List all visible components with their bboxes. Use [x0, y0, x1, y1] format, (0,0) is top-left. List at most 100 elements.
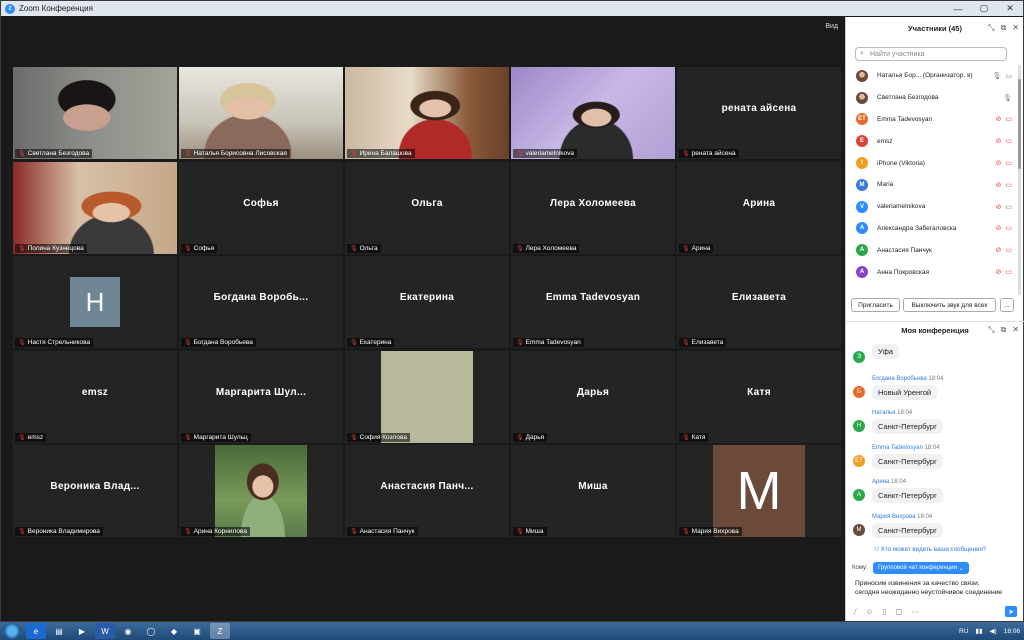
- participant-row[interactable]: IiPhone (Viktoria) ⊘ ▭: [846, 152, 1016, 174]
- muted-mic-icon[interactable]: ⊘: [996, 159, 1002, 167]
- participant-row[interactable]: Vvaleriamelnikova ⊘ ▭: [846, 196, 1016, 218]
- collapse-icon[interactable]: ⤡: [988, 23, 994, 33]
- video-tile[interactable]: 🎙 Арина Корнилова: [179, 445, 343, 537]
- media-icon[interactable]: ▶: [72, 623, 92, 639]
- video-tile[interactable]: Анастасия Панч... 🎙 Анастасия Панчук: [345, 445, 509, 537]
- more-button[interactable]: ...: [1000, 298, 1014, 312]
- file-icon[interactable]: ▯: [882, 607, 886, 617]
- participant-avatar: V: [856, 200, 868, 213]
- more-options-icon[interactable]: ⋯: [911, 607, 919, 617]
- video-tile[interactable]: Катя 🎙 Катя: [677, 350, 841, 443]
- format-icon[interactable]: ⧸: [854, 607, 857, 617]
- participant-search-input[interactable]: ⌕ Найти участника: [855, 47, 1007, 61]
- video-tile[interactable]: 🎙 valeriamelnikova: [511, 67, 675, 159]
- camera-off-icon[interactable]: ▭: [1005, 268, 1012, 276]
- clock[interactable]: 18:06: [1004, 628, 1020, 635]
- video-tile[interactable]: 🎙 Ирина Балашова: [345, 67, 509, 159]
- video-tile[interactable]: рената айсена 🎙 рената айсена: [677, 67, 841, 159]
- camera-off-icon[interactable]: ▭: [1005, 137, 1012, 145]
- tile-name: Богдана Воробьева: [193, 339, 253, 346]
- video-tile[interactable]: Вероника Влад... 🎙 Вероника Владимирова: [13, 445, 177, 537]
- video-tile[interactable]: Екатерина 🎙 Екатерина: [345, 256, 509, 348]
- app-icon[interactable]: ◆: [164, 623, 184, 639]
- photo-icon[interactable]: ▣: [187, 623, 207, 639]
- close-button[interactable]: ✕: [997, 1, 1023, 16]
- close-panel-icon[interactable]: ✕: [1012, 325, 1019, 335]
- chat-message-input[interactable]: Приносим извинения за качество связи, се…: [855, 579, 1015, 597]
- mute-all-button[interactable]: Выключить звук для всех: [903, 298, 996, 312]
- video-tile[interactable]: M 🎙 Мария Вихрова: [677, 445, 841, 537]
- tile-name: Маргарита Шульц: [193, 433, 248, 441]
- camera-off-icon[interactable]: ▭: [1005, 246, 1012, 254]
- muted-mic-icon[interactable]: ⊘: [996, 181, 1002, 189]
- send-button[interactable]: ➤: [1005, 606, 1017, 617]
- start-button[interactable]: [4, 623, 20, 639]
- muted-mic-icon[interactable]: ⊘: [996, 268, 1002, 276]
- participant-row[interactable]: A Александра Забегаловска ⊘ ▭: [846, 218, 1016, 240]
- camera-icon[interactable]: ▭: [1005, 72, 1012, 80]
- muted-mic-icon[interactable]: ⊘: [996, 137, 1002, 145]
- video-tile[interactable]: 🎙 София Козлова: [345, 350, 509, 443]
- video-tile[interactable]: Арина 🎙 Арина: [677, 161, 841, 254]
- video-tile[interactable]: Ольга 🎙 Ольга: [345, 161, 509, 254]
- opera-icon[interactable]: ◯: [141, 623, 161, 639]
- minimize-button[interactable]: —: [945, 1, 971, 16]
- video-tile[interactable]: 🎙 Полина Кузнецова: [13, 161, 177, 254]
- video-tile[interactable]: Богдана Воробь... 🎙 Богдана Воробьева: [179, 256, 343, 348]
- participant-row[interactable]: A Анастасия Панчук ⊘ ▭: [846, 239, 1016, 261]
- video-tile[interactable]: Софья 🎙 Софья: [179, 161, 343, 254]
- video-tile[interactable]: Emma Tadevosyan 🎙 Emma Tadevosyan: [511, 256, 675, 348]
- video-tile[interactable]: 🎙 Светлана Безгодова: [13, 67, 177, 159]
- who-can-see-link[interactable]: ⚇ Кто может видеть ваши сообщения?: [874, 546, 986, 553]
- participant-row[interactable]: M Maria ⊘ ▭: [846, 174, 1016, 196]
- view-button[interactable]: Вид: [825, 23, 838, 30]
- word-icon[interactable]: W: [95, 623, 115, 639]
- popout-icon[interactable]: ⧉: [1001, 23, 1007, 33]
- tile-display-name: Анастасия Панч...: [380, 481, 474, 492]
- camera-off-icon[interactable]: ▭: [1005, 159, 1012, 167]
- zoom-taskbar-icon[interactable]: Z: [210, 623, 230, 639]
- video-tile[interactable]: Маргарита Шул... 🎙 Маргарита Шульц: [179, 350, 343, 443]
- folder-icon[interactable]: ▤: [49, 623, 69, 639]
- network-icon[interactable]: ▮▮: [975, 627, 982, 635]
- screenshot-icon[interactable]: ▢: [895, 607, 902, 617]
- video-tile[interactable]: 🎙 Наталья Борисовна Лисовская: [179, 67, 343, 159]
- maximize-button[interactable]: ▢: [971, 1, 997, 16]
- muted-mic-icon[interactable]: ⊘: [996, 224, 1002, 232]
- participant-row[interactable]: A Анна Покровская ⊘ ▭: [846, 261, 1016, 283]
- collapse-icon[interactable]: ⤡: [988, 325, 994, 335]
- recipient-select[interactable]: Групповой чат конференции ⌄: [873, 562, 969, 574]
- language-indicator[interactable]: RU: [959, 628, 968, 635]
- video-tile[interactable]: Дарья 🎙 Дарья: [511, 350, 675, 443]
- participant-row[interactable]: Наталья Бор... (Организатор, я) 🎙 ▭: [846, 65, 1016, 87]
- popout-icon[interactable]: ⧉: [1001, 325, 1007, 335]
- close-panel-icon[interactable]: ✕: [1012, 23, 1019, 33]
- chrome-icon[interactable]: ◉: [118, 623, 138, 639]
- camera-off-icon[interactable]: ▭: [1005, 115, 1012, 123]
- tile-name: Елизавета: [691, 339, 724, 346]
- muted-mic-icon[interactable]: ⊘: [996, 115, 1002, 123]
- video-tile[interactable]: Миша 🎙 Миша: [511, 445, 675, 537]
- camera-off-icon[interactable]: ▭: [1005, 181, 1012, 189]
- camera-icon[interactable]: ▭: [1005, 203, 1012, 211]
- video-tile[interactable]: Лера Холомеева 🎙 Лера Холомеева: [511, 161, 675, 254]
- participant-video: [13, 67, 177, 159]
- mic-icon[interactable]: 🎙: [1003, 94, 1012, 102]
- video-tile[interactable]: Елизавета 🎙 Елизавета: [677, 256, 841, 348]
- video-tile[interactable]: emsz 🎙 emsz: [13, 350, 177, 443]
- participant-row[interactable]: Светлана Безгодова 🎙: [846, 87, 1016, 109]
- camera-off-icon[interactable]: ▭: [1005, 224, 1012, 232]
- muted-mic-icon: 🎙: [516, 245, 524, 252]
- participant-row[interactable]: Eemsz ⊘ ▭: [846, 130, 1016, 152]
- invite-button[interactable]: Пригласить: [851, 298, 900, 312]
- mic-icon[interactable]: 🎙: [992, 72, 1001, 80]
- chat-message: Н Наталья 18:04 Санкт-Петербург: [846, 408, 1016, 443]
- participant-scrollbar[interactable]: [1018, 65, 1021, 295]
- muted-mic-icon[interactable]: ⊘: [996, 246, 1002, 254]
- volume-icon[interactable]: ◀): [990, 627, 997, 635]
- video-tile[interactable]: H 🎙 Настя Стрельникова: [13, 256, 177, 348]
- participant-row[interactable]: ET Emma Tadevosyan ⊘ ▭: [846, 109, 1016, 131]
- muted-mic-icon[interactable]: ⊘: [996, 203, 1002, 211]
- emoji-icon[interactable]: ☺: [866, 607, 874, 617]
- ie-icon[interactable]: e: [26, 623, 46, 639]
